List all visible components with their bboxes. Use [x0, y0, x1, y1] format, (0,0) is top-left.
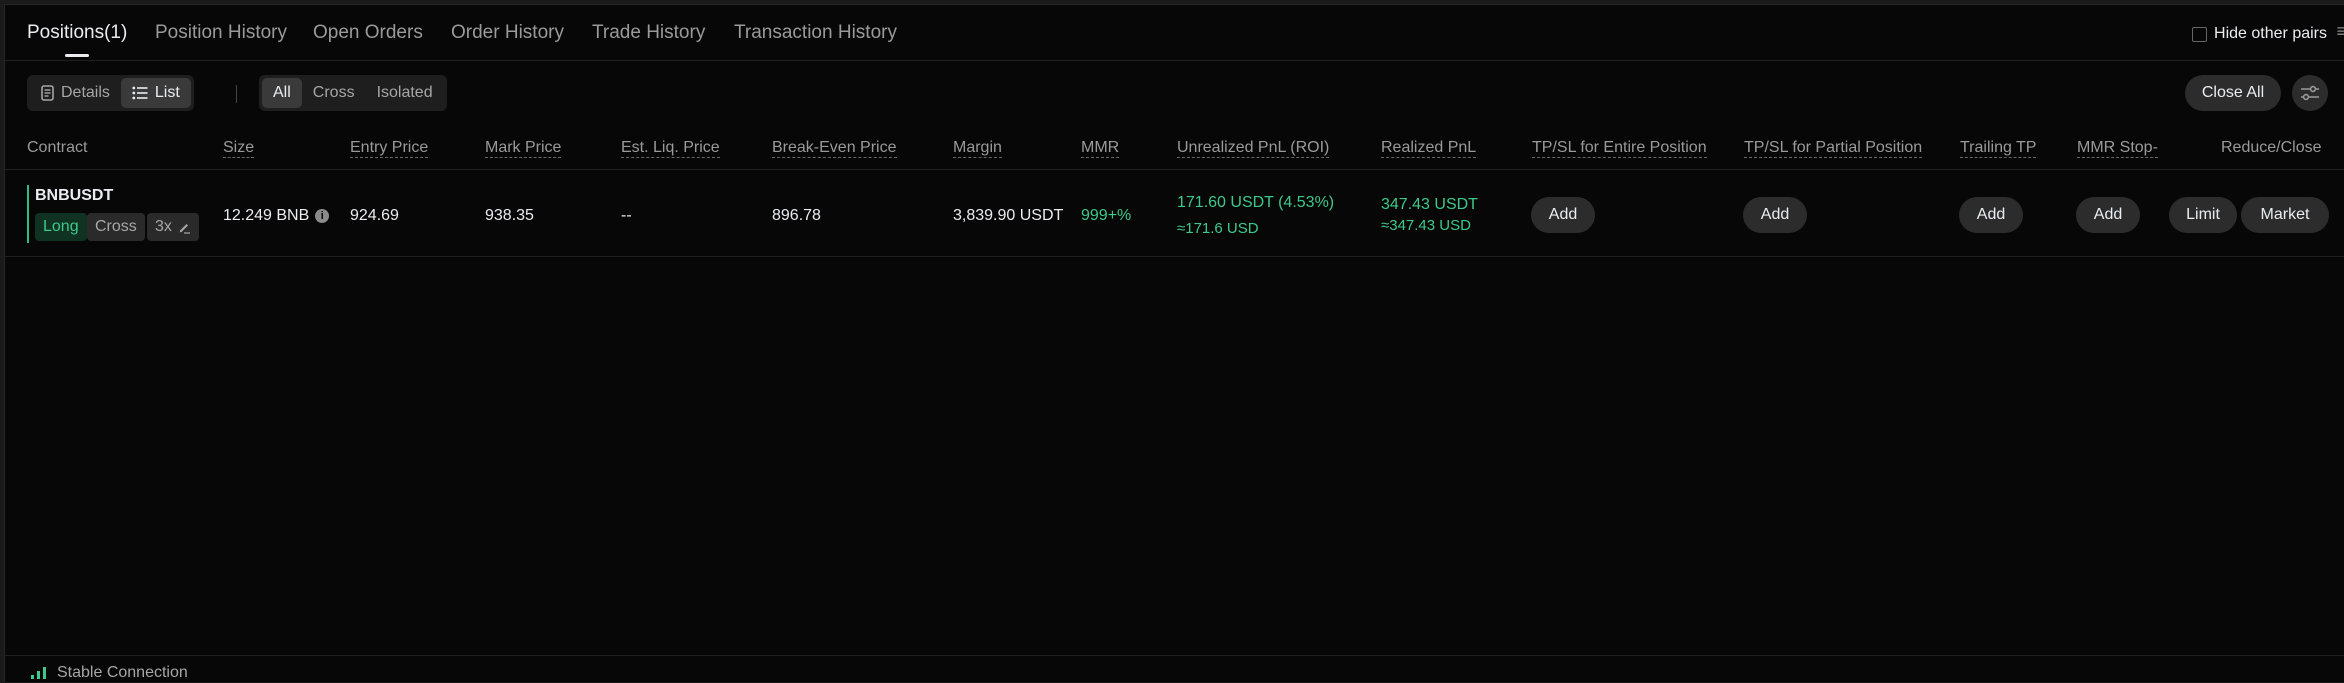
status-bar: Stable Connection — [5, 655, 2344, 683]
details-icon — [41, 85, 54, 101]
filter-all-button[interactable]: All — [262, 78, 302, 108]
col-margin[interactable]: Margin — [953, 139, 1002, 158]
toolbar-divider — [236, 85, 237, 103]
col-realized-pnl[interactable]: Realized PnL — [1381, 139, 1477, 158]
col-tpsl-partial[interactable]: TP/SL for Partial Position — [1744, 139, 1923, 158]
col-entry-price[interactable]: Entry Price — [350, 139, 429, 158]
contract-symbol[interactable]: BNBUSDT — [35, 187, 113, 205]
tab-transaction-history[interactable]: Transaction History — [734, 22, 897, 44]
filter-isolated-button[interactable]: Isolated — [366, 78, 444, 108]
details-view-label: Details — [61, 84, 110, 101]
view-toggle: Details List — [27, 75, 194, 111]
entry-price-value: 924.69 — [350, 207, 399, 224]
add-trailing-tp-button[interactable]: Add — [1959, 197, 2023, 233]
margin-mode-badge: Cross — [87, 213, 145, 241]
col-size[interactable]: Size — [223, 139, 255, 158]
edit-icon — [179, 223, 190, 234]
tab-bar: Positions(1) Position History Open Order… — [5, 5, 2344, 61]
unrealized-pnl-usd: ≈171.6 USD — [1177, 220, 1259, 237]
hide-other-pairs-checkbox[interactable] — [2192, 26, 2208, 42]
add-tpsl-entire-button[interactable]: Add — [1531, 197, 1595, 233]
connection-status-label: Stable Connection — [57, 664, 188, 681]
tab-positions[interactable]: Positions(1) — [27, 22, 127, 44]
positions-panel: Positions(1) Position History Open Order… — [4, 4, 2344, 682]
list-icon — [132, 86, 148, 100]
position-size: 12.249 BNB i — [223, 207, 330, 225]
margin-mode-filter: All Cross Isolated — [259, 75, 447, 111]
details-view-button[interactable]: Details — [30, 78, 121, 108]
col-unrealized-pnl[interactable]: Unrealized PnL (ROI) — [1177, 139, 1330, 158]
col-mmr-stop[interactable]: MMR Stop- — [2077, 139, 2158, 158]
column-settings-button[interactable] — [2292, 75, 2328, 111]
hide-other-pairs-toggle[interactable]: Hide other pairs — [2192, 25, 2327, 43]
leverage-badge[interactable]: 3x — [147, 213, 199, 241]
add-tpsl-partial-button[interactable]: Add — [1743, 197, 1807, 233]
col-trailing-tp[interactable]: Trailing TP — [1960, 139, 2037, 158]
unrealized-pnl-value[interactable]: 171.60 USDT (4.53%) — [1177, 194, 1334, 212]
mmr-value: 999+% — [1081, 207, 1132, 224]
list-view-button[interactable]: List — [120, 78, 191, 108]
row-divider — [5, 256, 2344, 257]
tab-order-history[interactable]: Order History — [451, 22, 564, 44]
col-break-even-price[interactable]: Break-Even Price — [772, 139, 897, 158]
margin-value: 3,839.90 USDT — [953, 207, 1064, 224]
hide-other-pairs-label: Hide other pairs — [2214, 25, 2327, 42]
filter-cross-button[interactable]: Cross — [302, 78, 366, 108]
mark-price-value: 938.35 — [485, 207, 534, 224]
tab-open-orders[interactable]: Open Orders — [313, 22, 423, 44]
leverage-value: 3x — [155, 218, 172, 235]
est-liq-price-value: -- — [621, 207, 632, 224]
col-mmr[interactable]: MMR — [1081, 139, 1120, 158]
side-badge: Long — [35, 213, 87, 241]
col-reduce-close: Reduce/Close — [2221, 139, 2322, 156]
col-est-liq-price[interactable]: Est. Liq. Price — [621, 139, 720, 158]
tab-position-history[interactable]: Position History — [155, 22, 287, 44]
signal-icon — [31, 667, 46, 679]
realized-pnl-value[interactable]: 347.43 USDT — [1381, 196, 1478, 214]
col-tpsl-entire[interactable]: TP/SL for Entire Position — [1532, 139, 1707, 158]
close-all-button[interactable]: Close All — [2185, 75, 2281, 111]
market-close-button[interactable]: Market — [2241, 197, 2329, 233]
break-even-price-value: 896.78 — [772, 207, 821, 224]
realized-pnl-usd: ≈347.43 USD — [1381, 217, 1471, 234]
list-view-label: List — [154, 84, 180, 101]
add-mmr-stop-button[interactable]: Add — [2076, 197, 2140, 233]
filter-settings-icon — [2301, 85, 2319, 101]
long-side-indicator — [27, 185, 29, 243]
active-tab-indicator — [65, 54, 89, 57]
tab-trade-history[interactable]: Trade History — [592, 22, 705, 44]
col-mark-price[interactable]: Mark Price — [485, 139, 562, 158]
limit-close-button[interactable]: Limit — [2169, 197, 2237, 233]
info-icon[interactable]: i — [315, 208, 330, 223]
header-divider — [5, 169, 2344, 170]
connection-status: Stable Connection — [31, 664, 188, 682]
panel-menu-icon[interactable]: ≡ — [2336, 21, 2344, 42]
col-contract: Contract — [27, 139, 88, 156]
